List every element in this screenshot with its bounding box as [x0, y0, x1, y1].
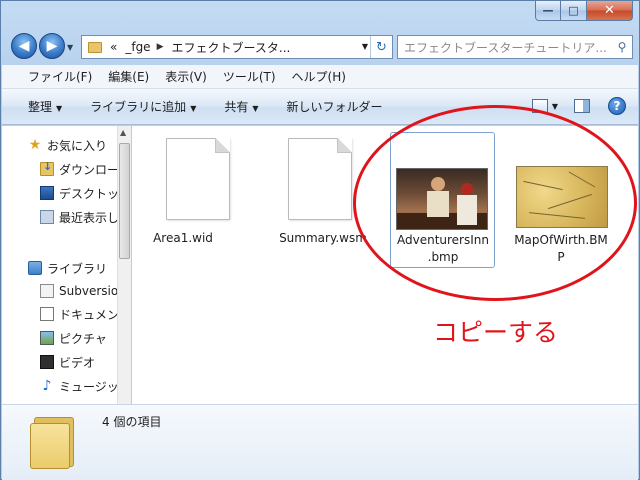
nav-recent-places[interactable]: 最近表示した場所 — [40, 206, 117, 228]
menu-bar: ファイル(F) 編集(E) 表示(V) ツール(T) ヘルプ(H) — [2, 65, 638, 89]
share-button[interactable]: 共有 ▼ — [224, 98, 258, 115]
breadcrumb-current[interactable]: エフェクトブースタ... — [172, 39, 291, 56]
file-name-area1[interactable]: Area1.wid — [128, 230, 238, 247]
address-dropdown-icon[interactable]: ▼ — [362, 42, 368, 51]
nav-videos-label: ビデオ — [59, 355, 96, 370]
forward-button[interactable]: ▶ — [39, 33, 65, 59]
nav-favorites-label: お気に入り — [47, 138, 108, 153]
nav-favorites[interactable]: ★ お気に入り — [28, 134, 107, 156]
recent-pages-dropdown[interactable]: ▼ — [67, 43, 73, 52]
document-file-icon[interactable] — [166, 138, 230, 220]
red-annotation-circle — [353, 105, 637, 301]
menu-edit[interactable]: 編集(E) — [108, 68, 149, 85]
nav-downloads[interactable]: ダウンロード — [40, 158, 117, 180]
preview-pane-icon[interactable] — [574, 99, 590, 113]
folder-icon — [30, 411, 76, 469]
menu-view[interactable]: 表示(V) — [165, 68, 207, 85]
nav-desktop[interactable]: デスクトップ — [40, 182, 117, 204]
forward-arrow-icon: ▶ — [46, 38, 58, 54]
documents-icon — [40, 307, 54, 321]
back-arrow-icon: ◀ — [18, 38, 30, 54]
nav-documents[interactable]: ドキュメント — [40, 303, 117, 325]
copy-annotation-text: コピーする — [433, 318, 559, 347]
search-icon[interactable]: ⚲ — [612, 40, 632, 54]
menu-tools[interactable]: ツール(T) — [223, 68, 276, 85]
chevron-down-icon: ▼ — [56, 104, 63, 113]
menu-file[interactable]: ファイル(F) — [28, 68, 92, 85]
breadcrumb-separator-icon[interactable]: ▶ — [157, 42, 164, 52]
nav-pictures[interactable]: ピクチャ — [40, 327, 107, 349]
chevron-down-icon: ▼ — [252, 104, 259, 113]
scroll-up-icon[interactable]: ▲ — [120, 128, 126, 137]
nav-music[interactable]: ♪ ミュージック — [40, 375, 117, 397]
nav-videos[interactable]: ビデオ — [40, 351, 95, 373]
add-to-library-button[interactable]: ライブラリに追加 ▼ — [90, 98, 196, 115]
downloads-folder-icon — [40, 160, 54, 176]
nav-subversion[interactable]: Subversion — [40, 280, 117, 302]
document-file-icon[interactable] — [288, 138, 352, 220]
maximize-button[interactable]: □ — [561, 1, 587, 21]
videos-icon — [40, 355, 54, 369]
menu-help[interactable]: ヘルプ(H) — [292, 68, 346, 85]
navigation-pane: ★ お気に入り ダウンロード デスクトップ 最近表示した場所 ライブラリ Sub… — [2, 126, 117, 404]
nav-libraries-label: ライブラリ — [47, 261, 108, 276]
help-icon[interactable]: ? — [608, 97, 626, 115]
folder-icon — [88, 41, 102, 53]
subversion-icon — [40, 284, 54, 298]
nav-pictures-label: ピクチャ — [59, 331, 107, 346]
nav-music-label: ミュージック — [59, 379, 117, 394]
close-button[interactable]: ✕ — [587, 1, 633, 21]
search-placeholder: エフェクトブースターチュートリア... — [404, 40, 607, 55]
library-icon — [28, 261, 42, 275]
explorer-window: — □ ✕ ◀ ▶ ▼ « _fge ▶ エフェクトブースタ... ▼ ↻ エフ… — [0, 0, 640, 480]
item-count: 4 個の項目 — [102, 415, 162, 429]
pictures-icon — [40, 331, 54, 345]
nav-subversion-label: Subversion — [59, 284, 117, 298]
view-options-dropdown[interactable]: ▼ — [552, 102, 558, 111]
breadcrumb-overflow[interactable]: « — [110, 40, 117, 54]
nav-recent-label: 最近表示した場所 — [59, 210, 117, 225]
new-folder-button[interactable]: 新しいフォルダー — [287, 98, 383, 115]
nav-downloads-label: ダウンロード — [59, 162, 117, 177]
back-button[interactable]: ◀ — [11, 33, 37, 59]
details-pane: 4 個の項目 — [2, 404, 638, 480]
nav-desktop-label: デスクトップ — [59, 186, 117, 201]
nav-libraries[interactable]: ライブラリ — [28, 257, 107, 279]
minimize-button[interactable]: — — [535, 1, 561, 21]
desktop-icon — [40, 186, 54, 200]
address-bar[interactable]: « _fge ▶ エフェクトブースタ... ▼ ↻ — [81, 35, 393, 59]
organize-button[interactable]: 整理 ▼ — [28, 98, 62, 115]
search-box[interactable]: エフェクトブースターチュートリア... ⚲ — [397, 35, 633, 59]
recent-places-icon — [40, 210, 54, 224]
refresh-button[interactable]: ↻ — [370, 36, 392, 58]
star-icon: ★ — [28, 137, 42, 153]
navigation-scrollbar[interactable]: ▲ — [117, 126, 131, 404]
chevron-down-icon: ▼ — [190, 104, 197, 113]
caption-buttons: — □ ✕ — [535, 1, 633, 21]
breadcrumb-fge[interactable]: _fge — [125, 40, 150, 54]
navigation-row: ◀ ▶ ▼ « _fge ▶ エフェクトブースタ... ▼ ↻ エフェクトブース… — [9, 31, 633, 63]
music-icon: ♪ — [42, 378, 52, 394]
nav-documents-label: ドキュメント — [59, 307, 117, 322]
